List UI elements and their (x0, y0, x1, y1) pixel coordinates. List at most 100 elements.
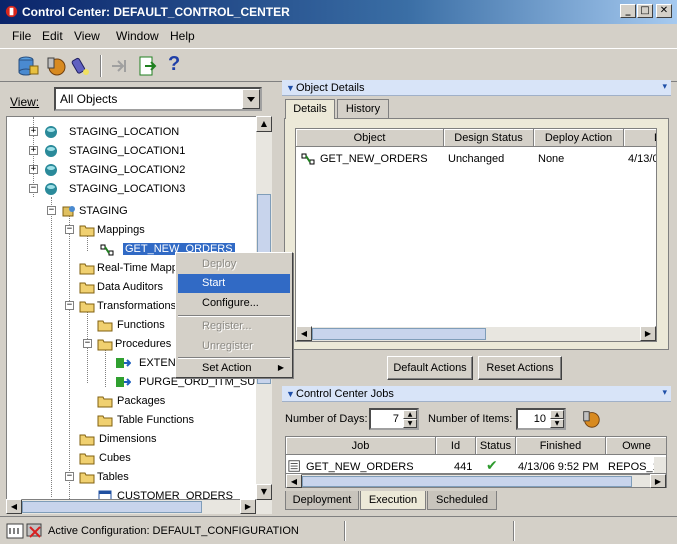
procedure-icon (116, 377, 131, 387)
collapse-icon[interactable]: − (65, 225, 74, 234)
scroll-thumb[interactable] (22, 501, 202, 513)
location-icon (45, 183, 57, 195)
tree-item-label: Functions (117, 319, 165, 331)
refresh-icon[interactable] (580, 408, 602, 430)
cell-deploy-action[interactable]: None (538, 153, 564, 165)
tree-hscrollbar[interactable]: ◀ ▶ (6, 499, 272, 514)
app-icon (5, 5, 18, 18)
menu-item-start[interactable]: Start (178, 274, 290, 293)
scroll-left-icon[interactable]: ◀ (286, 474, 302, 488)
start-icon[interactable] (44, 54, 68, 78)
database-icon[interactable] (16, 54, 40, 78)
expand-icon[interactable]: + (29, 165, 38, 174)
scroll-up-icon[interactable]: ▲ (256, 116, 272, 132)
config-icon (26, 523, 42, 538)
tab-scheduled[interactable]: Scheduled (427, 491, 497, 510)
tree-item-label: STAGING_LOCATION2 (69, 164, 186, 176)
expand-icon[interactable]: + (29, 127, 38, 136)
menu-help[interactable]: Help (170, 29, 195, 43)
column-header-deploy-action[interactable]: Deploy Action (534, 129, 624, 147)
scroll-right-icon[interactable]: ▶ (240, 499, 256, 514)
table-row[interactable]: GET_NEW_ORDERS Unchanged None 4/13/0 (296, 149, 656, 169)
procedure-icon (116, 358, 131, 368)
view-select[interactable]: All Objects (54, 87, 262, 111)
arrow-icon[interactable] (108, 54, 132, 78)
default-actions-button[interactable]: Default Actions (387, 356, 473, 380)
column-header-id[interactable]: Id (436, 437, 476, 455)
scroll-left-icon[interactable]: ◀ (296, 326, 312, 341)
folder-icon (97, 415, 113, 427)
collapse-triangle-icon[interactable]: ▼ (286, 389, 295, 399)
location-icon (45, 145, 57, 157)
flashlight-icon[interactable] (70, 54, 94, 78)
run-icon[interactable] (136, 54, 160, 78)
spin-down-icon[interactable]: ▼ (403, 419, 417, 428)
items-value: 10 (533, 413, 546, 425)
maximize-button[interactable]: □ (637, 4, 653, 18)
chevron-down-icon[interactable] (242, 89, 260, 109)
cell-finished: 4/13/06 9:52 PM (518, 461, 599, 473)
tab-deployment[interactable]: Deployment (285, 491, 359, 510)
spin-up-icon[interactable]: ▲ (403, 410, 417, 419)
menu-file[interactable]: File (12, 29, 31, 43)
title-bar[interactable]: Control Center: DEFAULT_CONTROL_CENTER _… (0, 0, 677, 24)
tab-execution[interactable]: Execution (360, 491, 426, 510)
days-label: Number of Days: (285, 413, 368, 425)
column-header-date[interactable]: D (624, 129, 656, 147)
menu-item-configure[interactable]: Configure... (178, 294, 290, 313)
menu-edit[interactable]: Edit (42, 29, 63, 43)
column-header-owner[interactable]: Owne (606, 437, 666, 455)
spin-down-icon[interactable]: ▼ (550, 419, 564, 428)
scroll-down-icon[interactable]: ▼ (256, 484, 272, 500)
details-hscrollbar[interactable]: ◀ ▶ (296, 326, 656, 341)
submenu-arrow-icon: ▶ (277, 363, 284, 372)
tab-details[interactable]: Details (285, 99, 335, 119)
collapse-icon[interactable]: − (83, 339, 92, 348)
tree-item-label: Tables (97, 471, 129, 483)
menu-view[interactable]: View (74, 29, 100, 43)
menu-item-set-action[interactable]: Set Action ▶ (178, 359, 290, 378)
object-details-header[interactable]: ▼ Object Details ▾ (282, 80, 671, 96)
panel-menu-icon[interactable]: ▾ (662, 81, 667, 92)
collapse-icon[interactable]: − (65, 301, 74, 310)
column-header-object[interactable]: Object (296, 129, 444, 147)
tree-guide (105, 349, 106, 387)
scroll-right-icon[interactable]: ▶ (640, 326, 656, 341)
column-header-finished[interactable]: Finished (516, 437, 606, 455)
tree-item-label: Cubes (99, 452, 131, 464)
menu-item-deploy[interactable]: Deploy (178, 255, 290, 274)
expand-icon[interactable]: + (29, 146, 38, 155)
status-separator (344, 521, 346, 541)
menu-item-register[interactable]: Register... (178, 317, 290, 336)
days-stepper[interactable]: 7 ▲ ▼ (369, 408, 419, 430)
jobs-header[interactable]: ▼ Control Center Jobs ▾ (282, 386, 671, 402)
items-stepper[interactable]: 10 ▲ ▼ (516, 408, 566, 430)
tree-item-label: EXTEN (139, 357, 176, 369)
panel-title: Object Details (296, 82, 365, 94)
scroll-right-icon[interactable]: ▶ (650, 474, 666, 488)
help-icon[interactable]: ? (168, 53, 180, 76)
column-header-design-status[interactable]: Design Status (444, 129, 534, 147)
scroll-left-icon[interactable]: ◀ (6, 499, 22, 514)
jobs-hscrollbar[interactable]: ◀ ▶ (285, 474, 667, 488)
days-value: 7 (392, 413, 399, 425)
scroll-thumb[interactable] (302, 476, 632, 487)
close-button[interactable]: ✕ (656, 4, 672, 18)
tab-history[interactable]: History (337, 99, 389, 119)
collapse-icon[interactable]: − (65, 472, 74, 481)
collapse-icon[interactable]: − (29, 184, 38, 193)
menu-item-unregister[interactable]: Unregister (178, 337, 290, 356)
column-header-job[interactable]: Job (286, 437, 436, 455)
column-header-status[interactable]: Status (476, 437, 516, 455)
collapse-triangle-icon[interactable]: ▼ (286, 83, 295, 93)
scroll-thumb[interactable] (312, 328, 486, 340)
jobs-vscrollbar[interactable] (654, 457, 666, 473)
menu-window[interactable]: Window (116, 29, 159, 43)
collapse-icon[interactable]: − (47, 206, 56, 215)
reset-actions-button[interactable]: Reset Actions (478, 356, 562, 380)
success-check-icon: ✔ (486, 458, 498, 474)
table-row[interactable]: GET_NEW_ORDERS 441 ✔ 4/13/06 9:52 PM REP… (286, 457, 656, 474)
minimize-button[interactable]: _ (620, 4, 636, 18)
panel-menu-icon[interactable]: ▾ (662, 387, 667, 398)
spin-up-icon[interactable]: ▲ (550, 410, 564, 419)
